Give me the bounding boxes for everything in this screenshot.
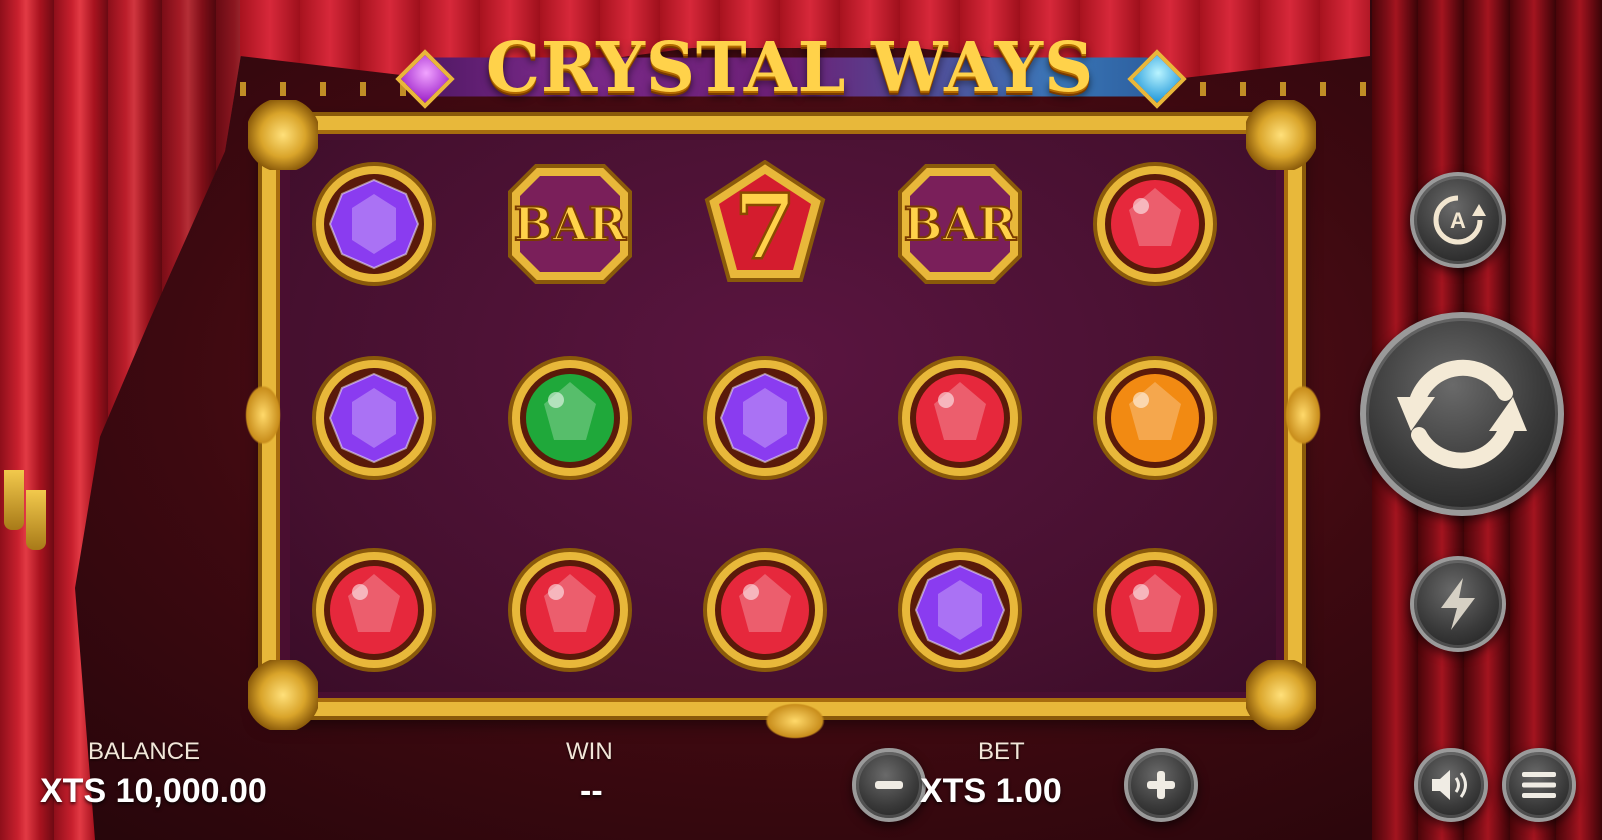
reel-symbol-seven: 7 — [701, 160, 829, 288]
purple-gem-icon — [312, 162, 436, 286]
frame-corner-ornament — [1246, 660, 1316, 730]
red-gem-icon — [508, 548, 632, 672]
autoplay-icon: A — [1433, 195, 1486, 245]
menu-button[interactable] — [1502, 748, 1576, 822]
reel-symbol-purple-gem — [310, 160, 438, 288]
frame-corner-ornament — [248, 100, 318, 170]
reel-symbol-red-gem — [1091, 160, 1219, 288]
reel-symbol-orange-gem — [1091, 354, 1219, 482]
win-label: WIN — [566, 738, 613, 765]
svg-text:7: 7 — [734, 174, 797, 280]
reel-symbol-red-gem — [1091, 546, 1219, 674]
reel-symbol-red-gem — [896, 354, 1024, 482]
plus-icon — [1147, 771, 1175, 799]
svg-text:BAR: BAR — [514, 197, 628, 251]
bet-value: XTS 1.00 — [920, 772, 1062, 810]
frame-side-ornament — [242, 380, 284, 450]
hamburger-menu-icon — [1522, 772, 1556, 798]
bet-increase-button[interactable] — [1124, 748, 1198, 822]
purple-gem-icon — [703, 356, 827, 480]
reel-symbol-bar: BAR — [506, 160, 634, 288]
purple-gem-icon — [312, 356, 436, 480]
red-gem-icon — [312, 548, 436, 672]
sound-button[interactable] — [1414, 748, 1488, 822]
reel-symbol-green-gem — [506, 354, 634, 482]
speaker-icon — [1432, 770, 1467, 800]
curtain-tassel — [26, 490, 46, 550]
seven-icon: 7 — [704, 160, 826, 282]
bet-label: BET — [978, 738, 1025, 765]
red-gem-icon — [1093, 162, 1217, 286]
reel-symbol-purple-gem — [896, 546, 1024, 674]
frame-corner-ornament — [1246, 100, 1316, 170]
red-gem-icon — [898, 356, 1022, 480]
frame-bottom-ornament — [760, 700, 830, 742]
reel-symbol-purple-gem — [701, 354, 829, 482]
curtain-tassel — [4, 470, 24, 530]
bar-icon: BAR — [898, 164, 1022, 284]
autoplay-letter: A — [1450, 208, 1466, 233]
spin-button[interactable] — [1360, 312, 1564, 516]
frame-side-ornament — [1282, 380, 1324, 450]
red-gem-icon — [703, 548, 827, 672]
spin-arrows-icon — [1397, 359, 1527, 469]
green-gem-icon — [508, 356, 632, 480]
svg-text:BAR: BAR — [904, 197, 1018, 251]
balance-value: XTS 10,000.00 — [40, 772, 267, 810]
autoplay-button[interactable]: A — [1410, 172, 1506, 268]
reel-symbol-purple-gem — [310, 354, 438, 482]
minus-icon — [875, 781, 903, 789]
bar-icon: BAR — [508, 164, 632, 284]
turbo-button[interactable] — [1410, 556, 1506, 652]
reel-symbol-bar: BAR — [896, 160, 1024, 288]
purple-gem-icon — [898, 548, 1022, 672]
balance-label: BALANCE — [88, 738, 201, 765]
reel-symbol-red-gem — [506, 546, 634, 674]
orange-gem-icon — [1093, 356, 1217, 480]
bet-decrease-button[interactable] — [852, 748, 926, 822]
frame-corner-ornament — [248, 660, 318, 730]
reel-symbol-red-gem — [310, 546, 438, 674]
reel-symbol-red-gem — [701, 546, 829, 674]
lightning-icon — [1441, 578, 1475, 630]
red-gem-icon — [1093, 548, 1217, 672]
win-value: -- — [580, 772, 603, 810]
game-title: CRYSTAL WAYS — [485, 28, 1095, 108]
